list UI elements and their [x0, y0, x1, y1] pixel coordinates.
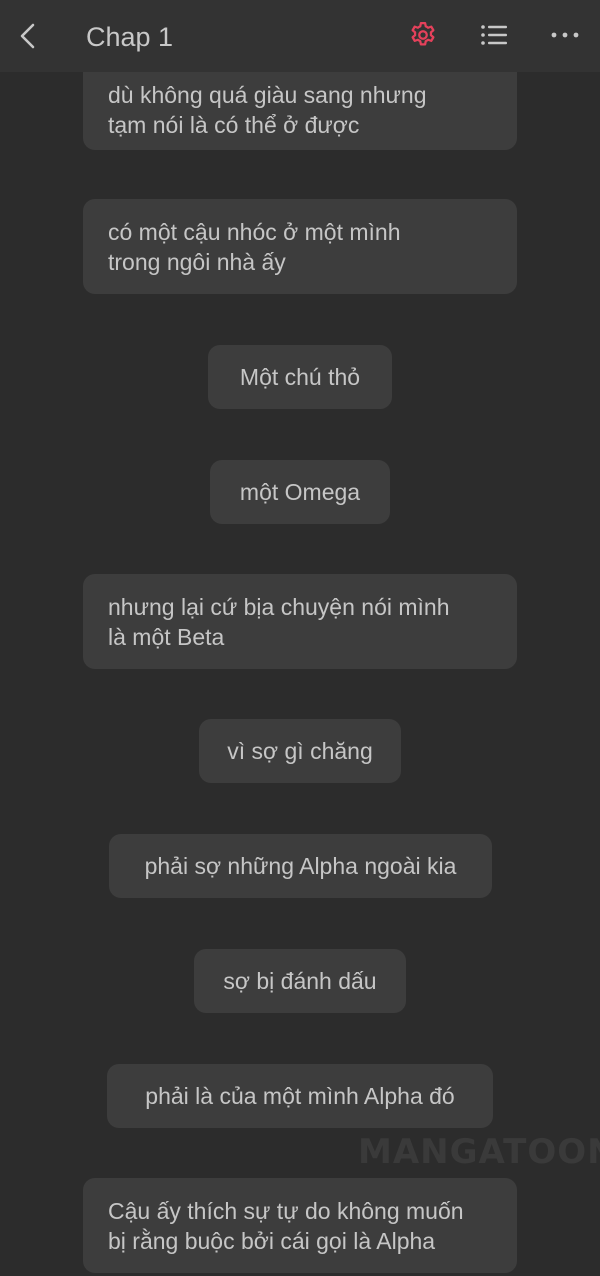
- chevron-left-icon: [20, 23, 35, 49]
- message-text: Cậu ấy thích sự tự do không muốn bị rằng…: [108, 1197, 464, 1254]
- message-text: phải sợ những Alpha ngoài kia: [144, 853, 457, 879]
- more-icon: [551, 32, 579, 38]
- message-bubble: nhưng lại cứ bịa chuyện nói mình là một …: [83, 574, 517, 669]
- top-bar: Chap 1: [0, 0, 600, 72]
- message-bubble: một Omega: [210, 460, 390, 524]
- page-title: Chap 1: [86, 22, 174, 52]
- message-text: Một chú thỏ: [239, 364, 361, 390]
- message-text: dù không quá giàu sang nhưng tạm nói là …: [108, 82, 427, 138]
- message-text: nhưng lại cứ bịa chuyện nói mình là một …: [108, 593, 450, 650]
- more-button[interactable]: [546, 17, 584, 53]
- message-bubble: vì sợ gì chăng: [199, 719, 401, 783]
- message-bubble: có một cậu nhóc ở một mình trong ngôi nh…: [83, 199, 517, 294]
- message-bubble: phải là của một mình Alpha đó: [107, 1064, 493, 1128]
- message-bubble: Cậu ấy thích sự tự do không muốn bị rằng…: [83, 1178, 517, 1273]
- watermark: MANGATOON: [358, 1132, 600, 1172]
- message-text: một Omega: [239, 479, 361, 505]
- message-text: phải là của một mình Alpha đó: [145, 1083, 455, 1109]
- message-text: có một cậu nhóc ở một mình trong ngôi nh…: [108, 218, 401, 275]
- settings-button[interactable]: [405, 17, 441, 53]
- chat-content: dù không quá giàu sang nhưng tạm nói là …: [0, 0, 600, 1276]
- chapter-list-button[interactable]: [475, 17, 513, 53]
- message-bubble: Một chú thỏ: [208, 345, 392, 409]
- message-bubble: sợ bị đánh dấu: [194, 949, 406, 1013]
- back-button[interactable]: [10, 18, 46, 54]
- message-bubble: phải sợ những Alpha ngoài kia: [109, 834, 492, 898]
- message-text: vì sợ gì chăng: [227, 738, 373, 764]
- message-text: sợ bị đánh dấu: [223, 968, 377, 994]
- gear-icon: [411, 22, 435, 46]
- list-icon: [481, 25, 507, 45]
